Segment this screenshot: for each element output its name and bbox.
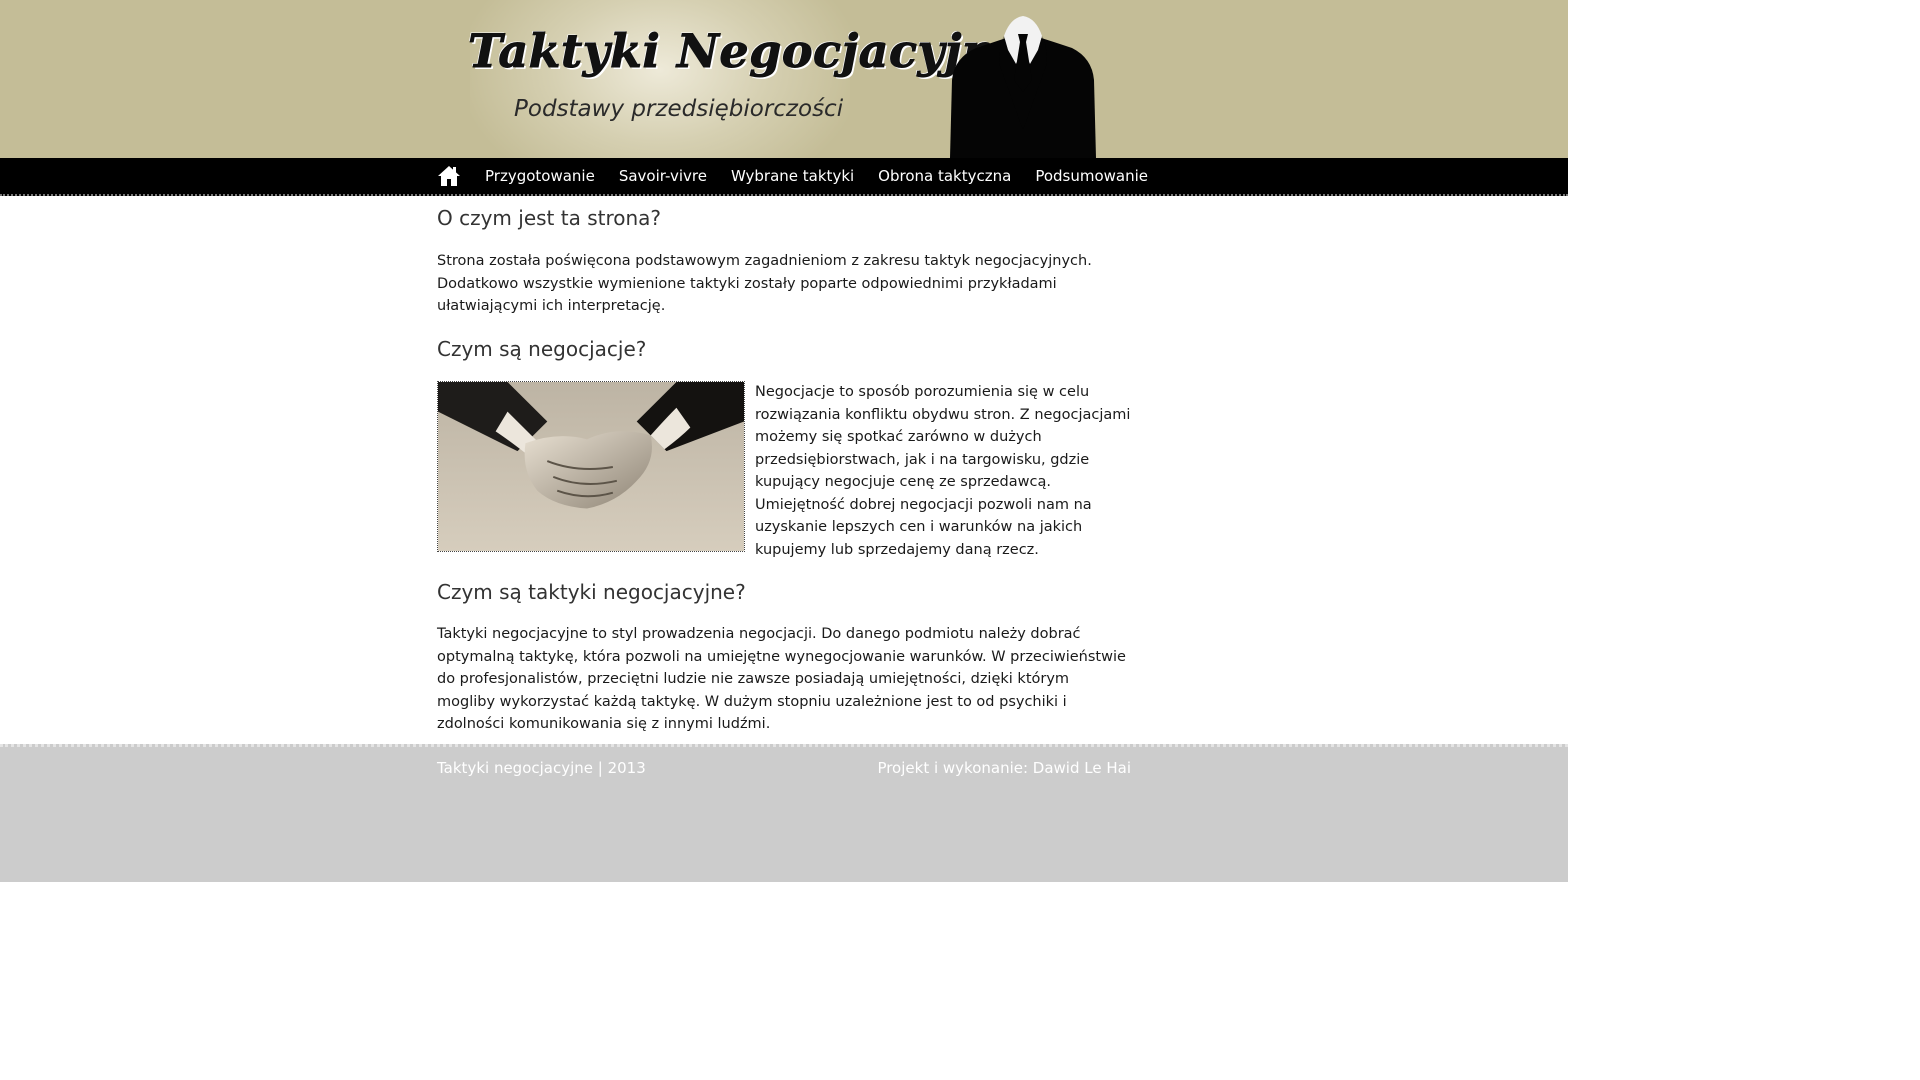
- nav-item-savoir-vivre[interactable]: Savoir-vivre: [619, 167, 707, 185]
- footer-copyright: Taktyki negocjacyjne | 2013: [437, 759, 646, 777]
- nav-item-wybrane-taktyki[interactable]: Wybrane taktyki: [731, 167, 854, 185]
- section-text-about: Strona została poświęcona podstawowym za…: [437, 253, 1092, 314]
- site-header: Taktyki Negocjacyjne Podstawy przedsiębi…: [0, 0, 1568, 158]
- suit-illustration: [950, 16, 1096, 158]
- section-text-negotiations: Negocjacje to sposób porozumienia się w …: [755, 384, 1131, 558]
- handshake-image: [437, 381, 745, 552]
- site-footer: Taktyki negocjacyjne | 2013 Projekt i wy…: [0, 744, 1568, 882]
- section-heading-negotiations: Czym są negocjacje?: [437, 337, 647, 361]
- main-navigation: Przygotowanie Savoir-vivre Wybrane takty…: [0, 158, 1568, 196]
- section-heading-tactics: Czym są taktyki negocjacyjne?: [437, 580, 746, 604]
- nav-item-obrona-taktyczna[interactable]: Obrona taktyczna: [878, 167, 1011, 185]
- nav-item-przygotowanie[interactable]: Przygotowanie: [485, 167, 595, 185]
- home-icon[interactable]: [437, 164, 461, 188]
- section-heading-about: O czym jest ta strona?: [437, 206, 662, 230]
- footer-author: Projekt i wykonanie: Dawid Le Hai: [877, 759, 1131, 777]
- section-text-tactics: Taktyki negocjacyjne to styl prowadzenia…: [437, 626, 1126, 732]
- site-logo-title[interactable]: Taktyki Negocjacyjne: [468, 24, 1026, 79]
- site-logo-subtitle: Podstawy przedsiębiorczości: [514, 96, 844, 122]
- nav-item-podsumowanie[interactable]: Podsumowanie: [1035, 167, 1148, 185]
